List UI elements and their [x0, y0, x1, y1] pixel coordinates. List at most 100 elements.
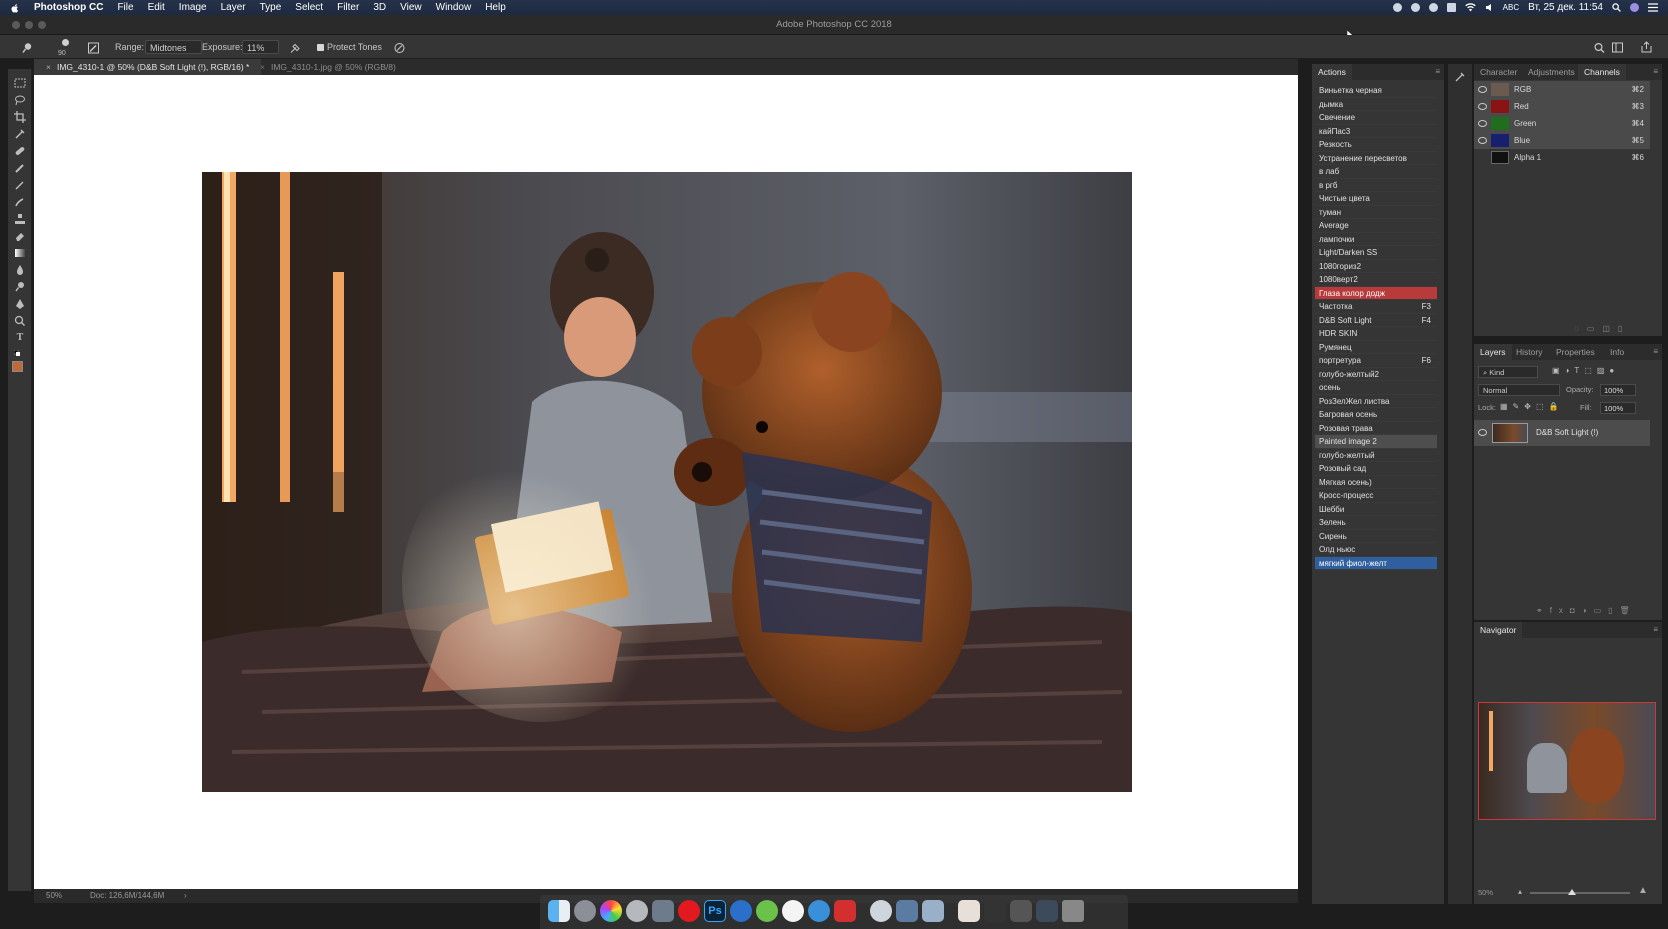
- foreground-color-swatch[interactable]: [12, 361, 23, 372]
- app-icon-9[interactable]: [756, 900, 778, 922]
- system-preferences-icon[interactable]: [626, 900, 648, 922]
- document-photo[interactable]: [202, 172, 1132, 792]
- layer-footer-icons[interactable]: ⚭fx◘◑▭▯🗑: [1536, 606, 1637, 615]
- finder-icon[interactable]: [548, 900, 570, 922]
- tab-layers[interactable]: Layers: [1474, 344, 1512, 360]
- zoom-level[interactable]: 50%: [46, 889, 62, 903]
- notification-center-icon[interactable]: [1648, 3, 1658, 12]
- action-item[interactable]: HDR SKIN: [1315, 327, 1437, 341]
- layer-row[interactable]: D&B Soft Light (!): [1474, 420, 1650, 446]
- action-item[interactable]: в ргб: [1315, 179, 1437, 192]
- pencil-tool-icon[interactable]: [14, 179, 26, 191]
- app-icon-17[interactable]: [984, 900, 1006, 922]
- action-item[interactable]: 1080верт2: [1315, 273, 1437, 287]
- app-menu[interactable]: Photoshop CC: [34, 2, 103, 13]
- channel-row-red[interactable]: Red ⌘3: [1474, 98, 1650, 115]
- action-item[interactable]: голубо-желтый: [1315, 449, 1437, 462]
- fill-input[interactable]: 100%: [1600, 402, 1636, 414]
- protect-tones-checkbox[interactable]: [317, 44, 324, 51]
- zoom-out-icon[interactable]: ▴: [1518, 887, 1522, 896]
- action-item[interactable]: Розовый сад: [1315, 462, 1437, 476]
- zoom-in-icon[interactable]: ▲: [1638, 885, 1648, 896]
- action-item[interactable]: портретура F6: [1315, 354, 1437, 368]
- action-item[interactable]: мягкий фиол-желт: [1315, 556, 1437, 570]
- type-tool-icon[interactable]: T: [14, 332, 26, 344]
- opacity-input[interactable]: 100%: [1600, 384, 1636, 396]
- app-icon-15[interactable]: [922, 900, 944, 922]
- menu-edit[interactable]: Edit: [148, 2, 165, 13]
- eye-icon[interactable]: [1478, 86, 1487, 93]
- action-item[interactable]: Виньетка черная: [1315, 84, 1437, 98]
- channel-row-alpha[interactable]: Alpha 1 ⌘6: [1474, 149, 1650, 166]
- action-item[interactable]: Мягкая осень): [1315, 476, 1437, 489]
- crop-tool-icon[interactable]: [14, 111, 26, 123]
- clock[interactable]: Вт, 25 дек. 11:54: [1528, 2, 1603, 13]
- input-language[interactable]: ABC: [1503, 3, 1519, 12]
- eye-icon[interactable]: [1478, 429, 1487, 436]
- action-item[interactable]: Румянец: [1315, 341, 1437, 354]
- close-window-button[interactable]: [12, 21, 20, 29]
- volume-icon[interactable]: [1485, 3, 1494, 12]
- channel-row-blue[interactable]: Blue ⌘5: [1474, 132, 1650, 149]
- app-icon-12[interactable]: [834, 900, 856, 922]
- brush-tool-icon[interactable]: [14, 162, 26, 174]
- menu-image[interactable]: Image: [179, 2, 207, 13]
- action-item[interactable]: Свечение: [1315, 111, 1437, 125]
- app-icon-13[interactable]: [870, 900, 892, 922]
- channel-row-rgb[interactable]: RGB ⌘2: [1474, 81, 1650, 98]
- zoom-slider-handle[interactable]: [1568, 889, 1576, 895]
- menu-window[interactable]: Window: [436, 2, 472, 13]
- zoom-slider[interactable]: [1530, 889, 1630, 895]
- exposure-input[interactable]: 11%: [242, 40, 280, 54]
- lock-icons[interactable]: ▦✎✥⬚🔒: [1500, 402, 1563, 411]
- minimize-window-button[interactable]: [25, 21, 33, 29]
- tab-actions[interactable]: Actions: [1312, 64, 1352, 80]
- tab-character[interactable]: Character: [1474, 64, 1523, 80]
- tab-channels[interactable]: Channels: [1578, 64, 1626, 80]
- action-item[interactable]: Розовая трава: [1315, 422, 1437, 435]
- app-icon-18[interactable]: [1010, 900, 1032, 922]
- action-item[interactable]: лампочки: [1315, 233, 1437, 246]
- dodge-tool-preset-icon[interactable]: [22, 41, 33, 55]
- menu-select[interactable]: Select: [295, 2, 323, 13]
- browser-icon[interactable]: [730, 900, 752, 922]
- status-icon-3[interactable]: [1428, 3, 1438, 12]
- filter-type-icons[interactable]: ▣◑T⬚▨●: [1552, 366, 1619, 375]
- launchpad-icon[interactable]: [574, 900, 596, 922]
- tab-document-1[interactable]: × IMG_4310-1 @ 50% (D&B Soft Light (!), R…: [34, 59, 262, 75]
- healing-brush-tool-icon[interactable]: [14, 145, 26, 157]
- menu-help[interactable]: Help: [485, 2, 506, 13]
- tab-properties[interactable]: Properties: [1550, 344, 1601, 360]
- eraser-tool-icon[interactable]: [14, 230, 26, 242]
- eye-icon[interactable]: [1478, 120, 1487, 127]
- trash-icon[interactable]: [1062, 900, 1084, 922]
- status-arrow-icon[interactable]: ›: [184, 889, 187, 903]
- zoom-tool-icon[interactable]: [14, 315, 26, 327]
- menu-file[interactable]: File: [117, 2, 133, 13]
- siri-icon[interactable]: [1630, 3, 1639, 12]
- pen-tool-icon[interactable]: [14, 298, 26, 310]
- action-item[interactable]: голубо-желтый2: [1315, 368, 1437, 381]
- dodge-tool-icon[interactable]: [14, 281, 26, 293]
- action-item[interactable]: кайПас3: [1315, 125, 1437, 138]
- tab-history[interactable]: History: [1510, 344, 1548, 360]
- channel-row-green[interactable]: Green ⌘4: [1474, 115, 1650, 132]
- pressure-size-icon[interactable]: [394, 41, 405, 55]
- eyedropper-tool-icon[interactable]: [14, 128, 26, 140]
- status-icon-2[interactable]: [1410, 3, 1420, 12]
- panel-menu-icon[interactable]: ≡: [1653, 347, 1658, 356]
- action-item[interactable]: осень: [1315, 381, 1437, 395]
- action-item[interactable]: Глаза колор додж: [1315, 286, 1437, 300]
- navigator-zoom[interactable]: 50%: [1478, 888, 1493, 897]
- eye-icon[interactable]: [1478, 137, 1487, 144]
- panel-menu-icon[interactable]: ≡: [1653, 625, 1658, 634]
- action-item[interactable]: в лаб: [1315, 165, 1437, 179]
- tab-info[interactable]: Info: [1604, 344, 1630, 360]
- app-icon-5[interactable]: [652, 900, 674, 922]
- app-icon-16[interactable]: [958, 900, 980, 922]
- action-item[interactable]: Чистые цвета: [1315, 192, 1437, 206]
- workspace-icon[interactable]: [1612, 41, 1625, 55]
- app-icon-19[interactable]: [1036, 900, 1058, 922]
- close-tab-icon[interactable]: ×: [260, 62, 265, 72]
- action-item[interactable]: Резкость: [1315, 138, 1437, 152]
